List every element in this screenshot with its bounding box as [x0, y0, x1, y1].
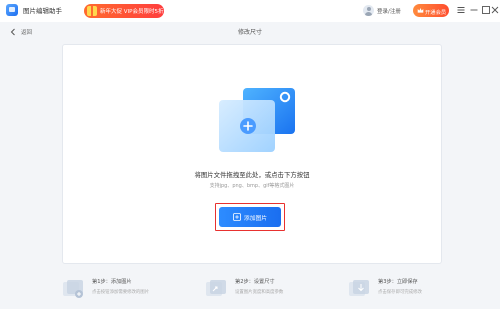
step-2-title: 第2步：设置尺寸 — [235, 279, 275, 285]
step-2: 第2步：设置尺寸 设置图片宽度和高度参数 — [205, 276, 315, 302]
drop-instruction: 将图片文件拖拽至此处，或点击下方按钮 — [194, 171, 310, 179]
step-1-title: 第1步：添加图片 — [92, 279, 132, 285]
image-folder-illustration — [219, 88, 295, 152]
resize-step-icon — [206, 280, 226, 296]
add-image-button-label: 添加图片 — [243, 215, 268, 222]
step-2-desc: 设置图片宽度和高度参数 — [235, 290, 284, 295]
step-3-title: 第3步：立即保存 — [378, 279, 418, 285]
drop-zone-panel[interactable]: 将图片文件拖拽至此处，或点击下方按钮 支持jpg、png、bmp、gif等格式图… — [62, 44, 442, 264]
add-image-button[interactable]: 添加图片 — [219, 207, 281, 227]
add-image-step-icon — [63, 280, 83, 298]
close-icon[interactable] — [489, 4, 500, 16]
login-link[interactable]: 登录/注册 — [377, 7, 401, 15]
step-3-desc: 点击保存即可完成修改 — [378, 290, 422, 295]
crown-icon — [417, 8, 424, 13]
promo-text: 新年大促 VIP会员限时5折 — [100, 9, 164, 15]
plus-icon — [232, 213, 241, 221]
vip-button[interactable]: 开通会员 — [413, 4, 449, 17]
step-3: 第3步：立即保存 点击保存即可完成修改 — [348, 276, 458, 302]
title-bar: 图片编辑助手 新年大促 VIP会员限时5折 登录/注册 开通会员 — [0, 0, 500, 22]
menu-icon[interactable] — [455, 4, 467, 16]
promo-banner[interactable]: 新年大促 VIP会员限时5折 — [84, 4, 164, 18]
app-logo-icon — [6, 4, 18, 16]
step-1: 第1步：添加图片 点击按钮添加需要修改的图片 — [62, 276, 172, 302]
supported-formats-text: 支持jpg、png、bmp、gif等格式图片 — [209, 183, 295, 189]
vip-button-label: 开通会员 — [425, 9, 447, 16]
avatar[interactable] — [363, 5, 374, 16]
gift-icon — [87, 6, 97, 16]
app-title: 图片编辑助手 — [23, 7, 62, 15]
step-1-desc: 点击按钮添加需要修改的图片 — [92, 290, 150, 295]
save-step-icon — [349, 280, 369, 296]
page-title: 修改尺寸 — [237, 29, 262, 36]
minimize-icon[interactable] — [468, 4, 480, 16]
